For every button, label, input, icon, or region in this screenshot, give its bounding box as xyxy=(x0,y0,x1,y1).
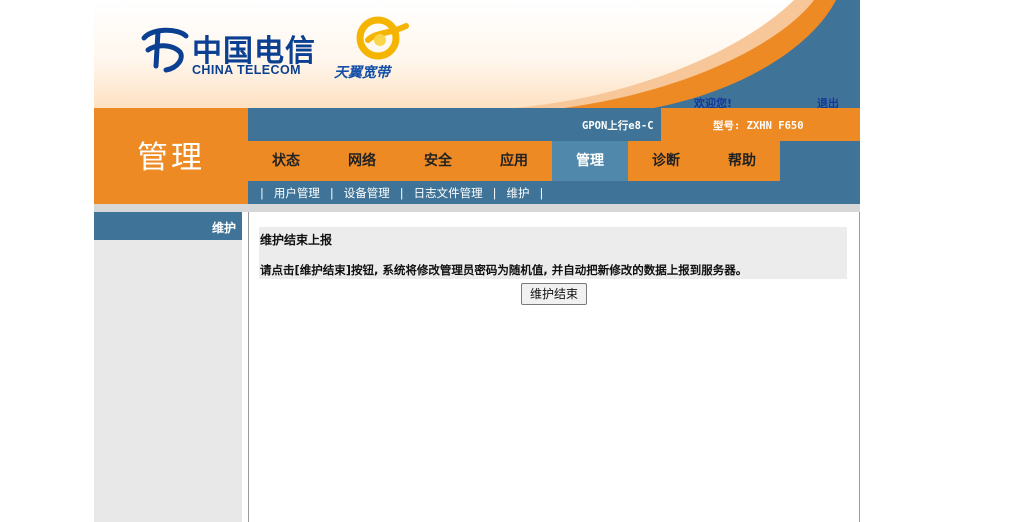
tab-help[interactable]: 帮助 xyxy=(704,141,780,181)
model-box: 型号: ZXHN F650 xyxy=(661,108,860,141)
welcome-text: 欢迎您! xyxy=(694,97,733,108)
subnav-separator: | xyxy=(260,186,264,200)
router-admin-frame: 中国电信 CHINA TELECOM 天翼宽带 欢迎您! 退出 管理 GPON上… xyxy=(94,0,860,522)
tab-management[interactable]: 管理 xyxy=(552,141,628,181)
section-title: 管理 xyxy=(137,140,205,176)
end-maintenance-button[interactable]: 维护结束 xyxy=(521,283,587,305)
subnav-separator: | xyxy=(399,186,404,200)
device-info-bar: GPON上行e8-C 型号: ZXHN F650 xyxy=(248,108,860,141)
sidebar-item-maintenance[interactable]: 维护 xyxy=(94,212,242,240)
header-banner: 中国电信 CHINA TELECOM 天翼宽带 欢迎您! 退出 xyxy=(94,0,860,108)
sub-navigation: | 用户管理 | 设备管理 | 日志文件管理 | 维护 | xyxy=(248,181,860,204)
panel-title: 维护结束上报 xyxy=(260,233,333,247)
maintenance-panel: 维护结束上报 请点击[维护结束]按钮, 系统将修改管理员密码为随机值, 并自动把… xyxy=(259,227,847,279)
model-label: 型号: ZXHN F650 xyxy=(713,120,804,132)
china-telecom-en: CHINA TELECOM xyxy=(192,63,301,77)
subnav-user-management[interactable]: 用户管理 xyxy=(274,186,320,200)
subnav-maintenance[interactable]: 维护 xyxy=(507,186,530,200)
panel-description: 请点击[维护结束]按钮, 系统将修改管理员密码为随机值, 并自动把新修改的数据上… xyxy=(260,263,748,277)
divider xyxy=(94,204,860,212)
subnav-separator: | xyxy=(492,186,497,200)
sidebar-item-label: 维护 xyxy=(211,221,236,235)
subnav-separator: | xyxy=(329,186,334,200)
subnav-log-file-management[interactable]: 日志文件管理 xyxy=(414,186,483,200)
main-content: 维护结束上报 请点击[维护结束]按钮, 系统将修改管理员密码为随机值, 并自动把… xyxy=(248,212,860,522)
gpon-label: GPON上行e8-C xyxy=(582,120,654,132)
tab-security[interactable]: 安全 xyxy=(400,141,476,181)
tab-application[interactable]: 应用 xyxy=(476,141,552,181)
tab-status[interactable]: 状态 xyxy=(248,141,324,181)
tab-diagnosis[interactable]: 诊断 xyxy=(628,141,704,181)
main-tabs: 状态 网络 安全 应用 管理 诊断 帮助 xyxy=(248,141,860,181)
subnav-separator: | xyxy=(539,186,544,200)
tab-network[interactable]: 网络 xyxy=(324,141,400,181)
logout-link[interactable]: 退出 xyxy=(817,95,839,108)
tianyi-broadband-text: 天翼宽带 xyxy=(334,65,390,81)
tianyi-logo-icon xyxy=(356,16,409,60)
subnav-device-management[interactable]: 设备管理 xyxy=(344,186,390,200)
section-block: 管理 xyxy=(94,108,248,205)
sidebar: 维护 xyxy=(94,212,248,522)
china-telecom-logo-icon xyxy=(141,27,189,73)
